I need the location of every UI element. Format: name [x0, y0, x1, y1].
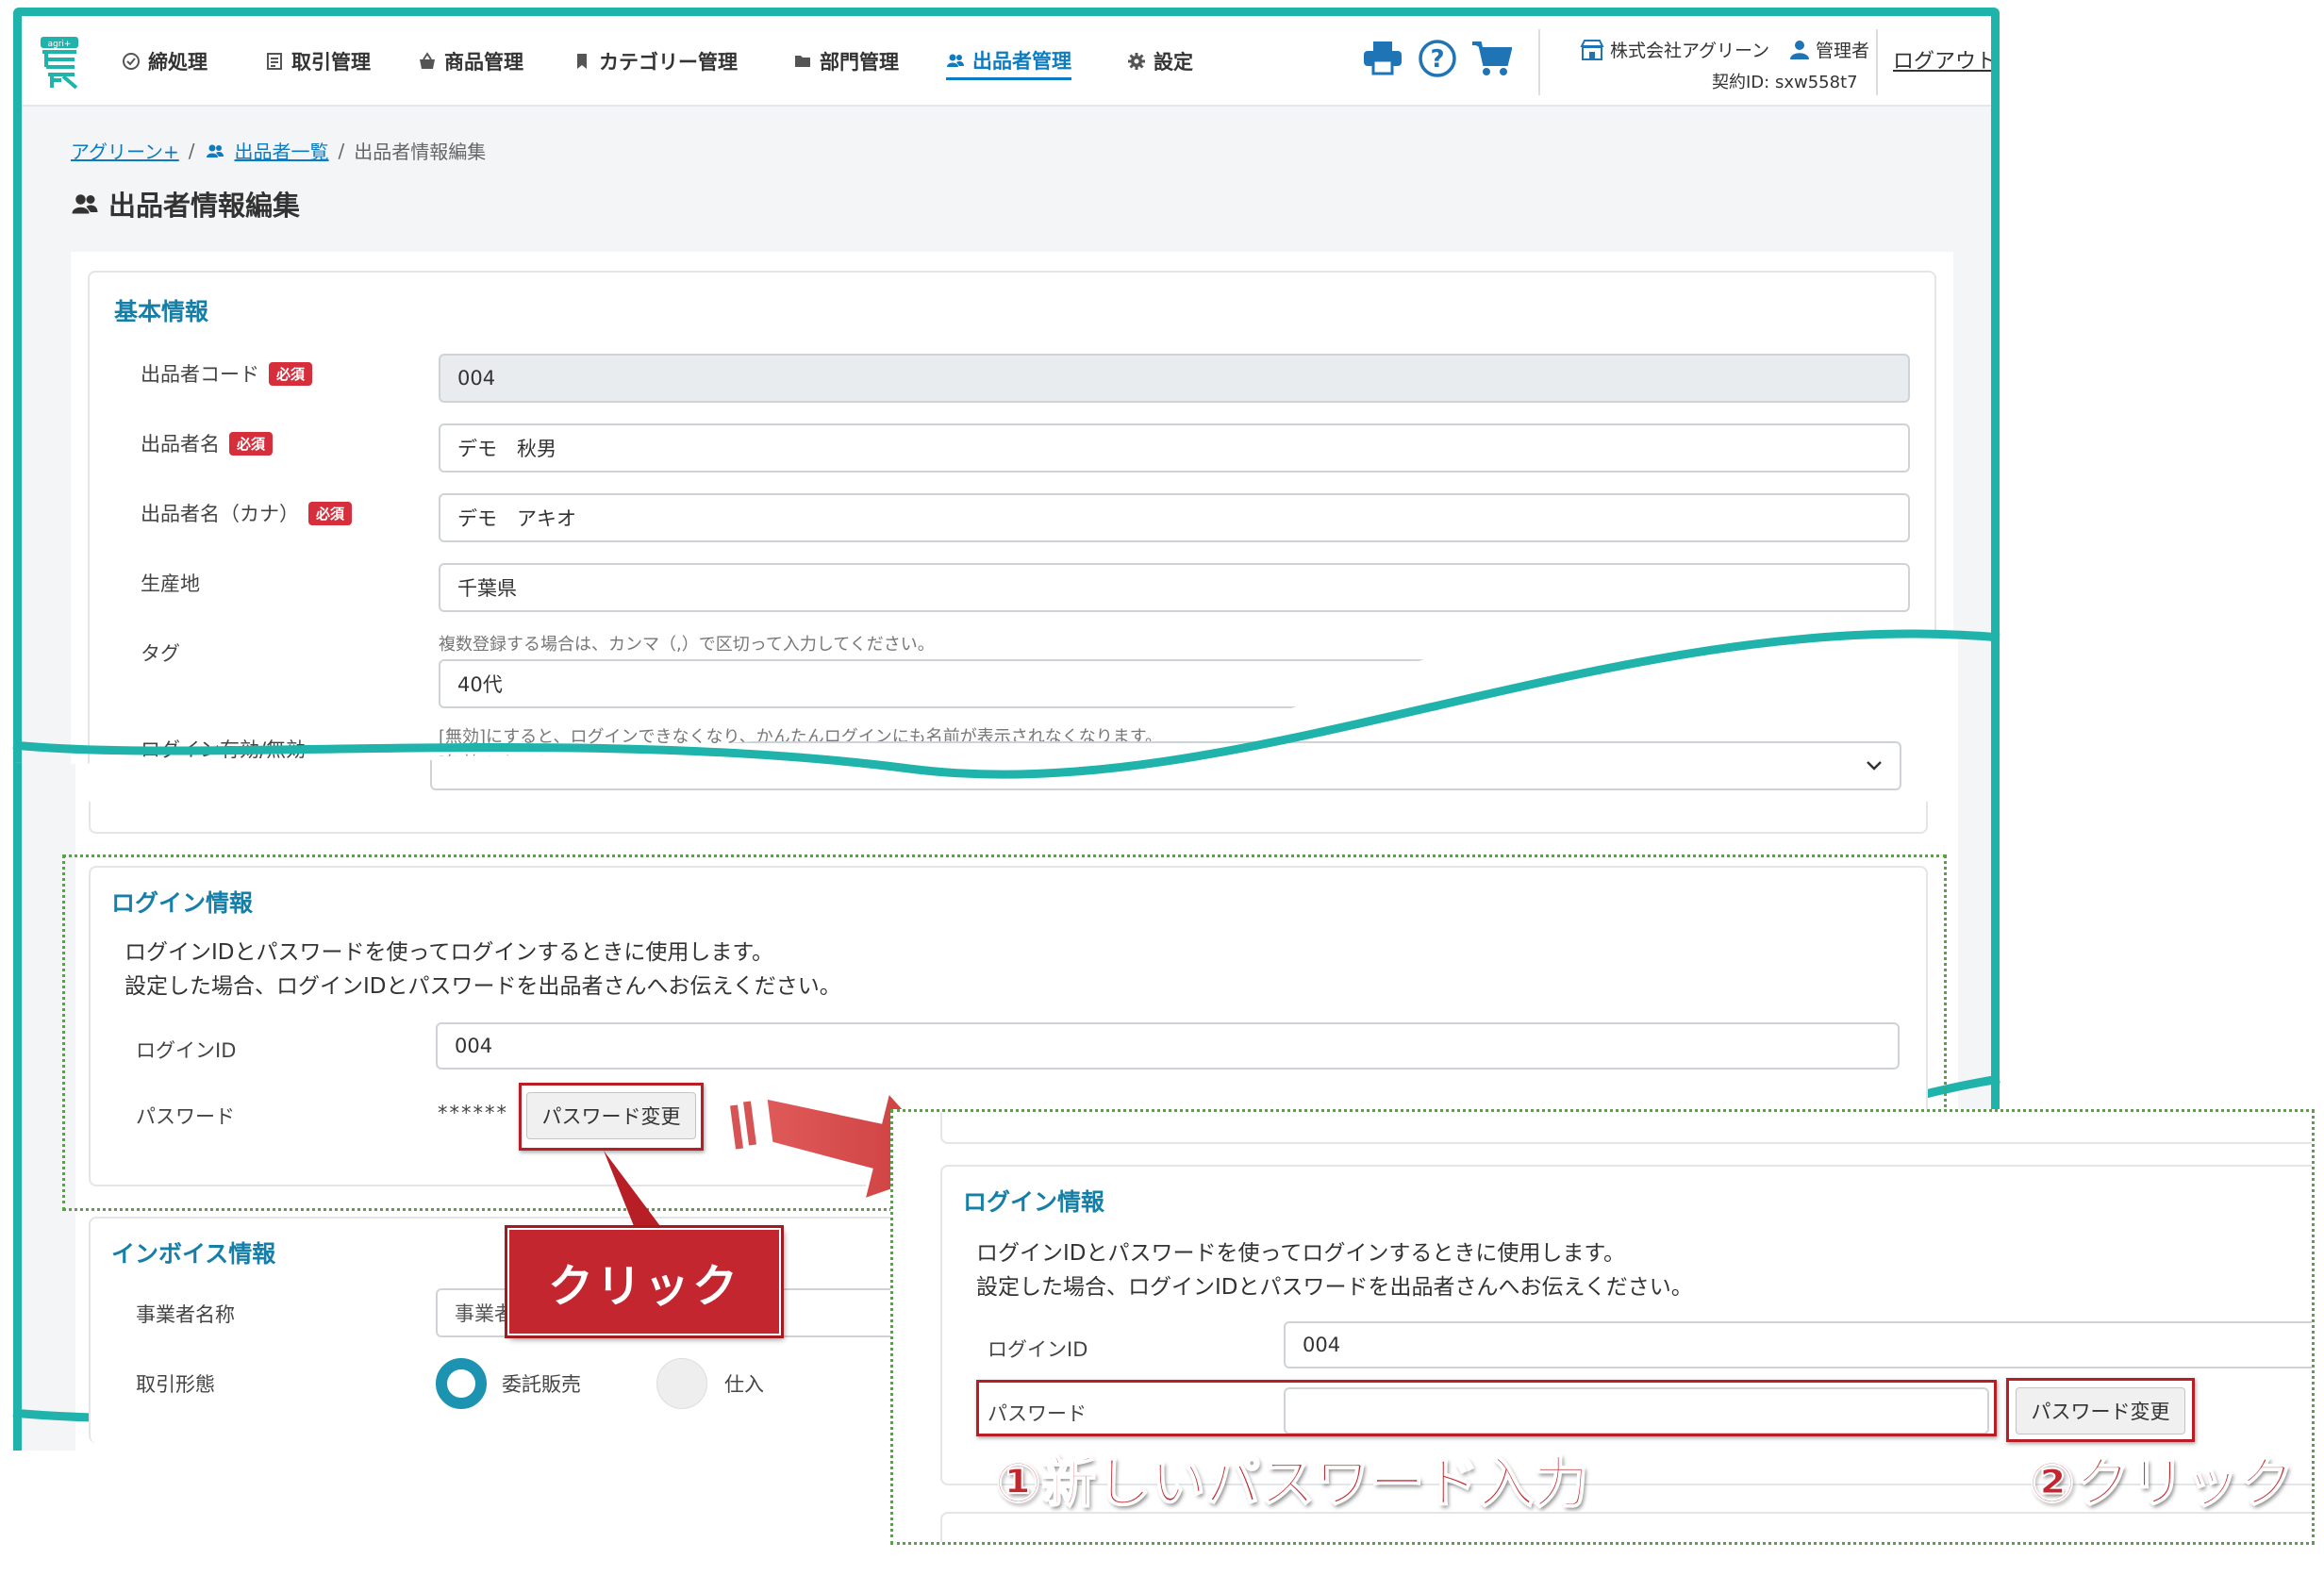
step2-highlight-box — [2006, 1378, 2195, 1442]
step1-highlight-box — [976, 1380, 1997, 1436]
zoom-login-desc-2: 設定した場合、ログインIDとパスワードを出品者さんへお伝えください。 — [976, 1275, 1693, 1300]
zoom-panel: ログイン情報 ログインIDとパスワードを使ってログインするときに使用します。 設… — [890, 1109, 2315, 1545]
click-annotation: クリック — [505, 1225, 784, 1338]
zoom-login-title: ログイン情報 — [963, 1188, 1105, 1216]
step2-annotation: ②クリック — [2028, 1450, 2295, 1516]
zoom-login-id-input[interactable]: 004 — [1284, 1321, 2312, 1368]
zoom-next-section — [940, 1512, 2312, 1542]
zoom-login-desc-1: ログインIDとパスワードを使ってログインするときに使用します。 — [976, 1241, 1626, 1266]
zoom-login-id-label: ログインID — [988, 1338, 1088, 1361]
step1-annotation: ①新しいパスワード入力 — [994, 1450, 1589, 1516]
zoom-prev-section-bottom — [940, 1112, 2312, 1144]
